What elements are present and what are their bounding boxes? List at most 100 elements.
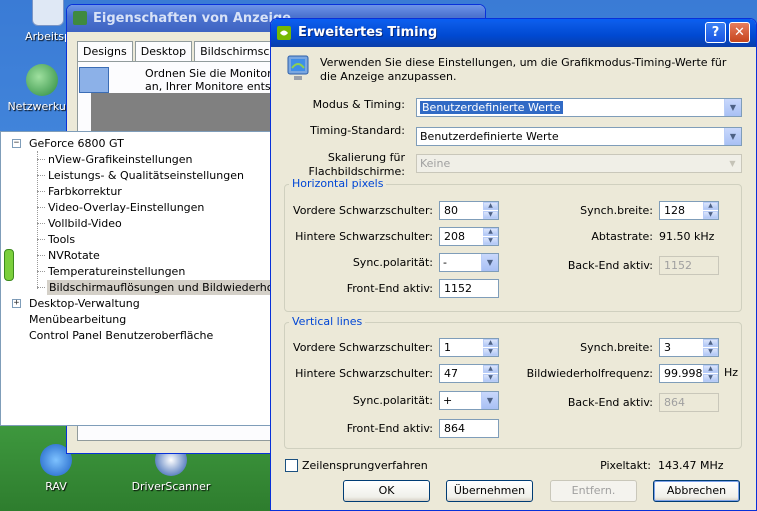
tree-connector [37,151,38,289]
nvidia-icon [277,26,291,40]
h-sync-polarity-label: Sync.polarität: [352,256,433,269]
spin-down-icon[interactable]: ▼ [483,374,498,382]
tree-item-tools[interactable]: Tools [48,232,75,247]
h-back-porch-label: Hintere Schwarzschulter: [295,230,433,243]
mode-timing-value: Benutzerdefinierte Werte [420,101,563,114]
spin-down-icon[interactable]: ▼ [483,237,498,245]
scaling-select: Keine ▼ [416,154,742,173]
tree-item-geforce[interactable]: GeForce 6800 GT [29,136,124,151]
h-sync-width-label: Synch.breite: [580,204,653,217]
h-back-porch-value: 208 [444,230,465,243]
tree-item-video-overlay[interactable]: Video-Overlay-Einstellungen [48,200,204,215]
tree-item-menu-editing[interactable]: Menübearbeitung [29,312,126,327]
tree-item-fullscreen-video[interactable]: Vollbild-Video [48,216,122,231]
spin-up-icon[interactable]: ▲ [483,202,498,210]
h-back-porch-spinner[interactable]: 208 ▲ ▼ [439,227,499,246]
spin-up-icon[interactable]: ▲ [483,365,498,373]
scaling-value: Keine [420,157,451,170]
spin-up-icon[interactable]: ▲ [703,365,718,373]
spin-up-icon[interactable]: ▲ [483,228,498,236]
slider-handle[interactable] [4,249,14,281]
desktop: Arbeitsp Netzwerkum RAV DriverScanner Ei… [0,0,757,511]
expand-icon[interactable]: + [12,299,21,308]
spin-down-icon[interactable]: ▼ [703,211,718,219]
v-front-porch-value: 1 [444,341,451,354]
v-sync-polarity-select[interactable]: + ▼ [439,391,499,410]
h-front-end-input[interactable]: 1152 [439,279,499,298]
h-front-porch-spinner[interactable]: 80 ▲ ▼ [439,201,499,220]
tree-item-nview[interactable]: nView-Grafikeinstellungen [48,152,193,167]
network-globe-icon [26,64,58,96]
desktop-icon-label: DriverScanner [131,480,211,493]
h-sync-width-value: 128 [664,204,685,217]
h-sync-polarity-select[interactable]: - ▼ [439,253,499,272]
h-back-end-input: 1152 [659,256,719,275]
dialog-titlebar[interactable]: Erweitertes Timing ? ✕ [271,19,756,47]
interlace-checkbox[interactable] [285,459,298,472]
tree-connector [37,207,45,208]
tree-connector [37,159,45,160]
h-sync-polarity-value: - [443,256,447,269]
tree-item-control-panel-ui[interactable]: Control Panel Benutzeroberfläche [29,328,213,343]
apply-button[interactable]: Übernehmen [446,480,533,502]
scaling-label-line1: Skalierung für [327,151,405,164]
mode-timing-label: Modus & Timing: [312,98,405,111]
v-back-porch-spinner[interactable]: 47 ▲ ▼ [439,364,499,383]
h-sync-width-spinner[interactable]: 128 ▲ ▼ [659,201,719,220]
v-refresh-spinner[interactable]: 99.998 ▲ ▼ [659,364,719,383]
spin-down-icon[interactable]: ▼ [483,211,498,219]
v-refresh-label: Bildwiederholfrequenz: [526,367,653,380]
v-sync-width-spinner[interactable]: 3 ▲ ▼ [659,338,719,357]
tab-desktop[interactable]: Desktop [134,41,193,61]
chevron-down-icon[interactable]: ▼ [724,99,741,116]
tree-connector [37,287,45,288]
horizontal-pixels-title: Horizontal pixels [289,177,387,190]
tree-item-performance[interactable]: Leistungs- & Qualitätseinstellungen [48,168,244,183]
chevron-down-icon[interactable]: ▼ [481,392,498,409]
tab-designs[interactable]: Designs [77,41,133,61]
tree-item-resolutions[interactable]: Bildschirmauflösungen und Bildwiederholf… [47,280,274,295]
chevron-down-icon[interactable]: ▼ [481,254,498,271]
interlace-label[interactable]: Zeilensprungverfahren [302,459,428,472]
v-front-end-input[interactable]: 864 [439,419,499,438]
spin-up-icon[interactable]: ▲ [483,339,498,347]
nvidia-settings-tree: − GeForce 6800 GT nView-Grafikeinstellun… [0,131,275,426]
h-front-porch-value: 80 [444,204,458,217]
mode-timing-select[interactable]: Benutzerdefinierte Werte ▼ [416,98,742,117]
timing-standard-select[interactable]: Benutzerdefinierte Werte ▼ [416,127,742,146]
spinner-buttons: ▲ ▼ [703,339,718,356]
close-button[interactable]: ✕ [729,22,750,43]
spin-down-icon[interactable]: ▼ [703,348,718,356]
tree-item-desktop-management[interactable]: Desktop-Verwaltung [29,296,140,311]
dialog-intro-text: Verwenden Sie diese Einstellungen, um di… [320,56,727,83]
spinner-buttons: ▲ ▼ [703,202,718,219]
display-properties-title: Eigenschaften von Anzeige [93,11,292,26]
timing-standard-value: Benutzerdefinierte Werte [420,130,559,143]
spinner-buttons: ▲ ▼ [483,365,498,382]
v-back-porch-label: Hintere Schwarzschulter: [295,367,433,380]
pixel-clock-value: 143.47 MHz [658,459,724,472]
tree-item-nvrotate[interactable]: NVRotate [48,248,100,263]
ok-button[interactable]: OK [343,480,430,502]
help-icon: ? [711,25,720,40]
v-refresh-unit: Hz [724,366,739,379]
v-refresh-value: 99.998 [664,367,703,380]
advanced-timing-dialog: Erweitertes Timing ? ✕ Verwenden Sie die… [270,18,757,511]
desktop-icon-label: RAV [45,480,67,493]
spin-down-icon[interactable]: ▼ [483,348,498,356]
tree-item-temperature[interactable]: Temperatureinstellungen [48,264,185,279]
chevron-down-icon[interactable]: ▼ [724,128,741,145]
computer-icon [32,0,64,26]
help-button[interactable]: ? [705,22,726,43]
tree-item-color-correction[interactable]: Farbkorrektur [48,184,122,199]
spin-down-icon[interactable]: ▼ [703,374,718,382]
spin-up-icon[interactable]: ▲ [703,339,718,347]
monitor-settings-icon [287,55,309,80]
v-sync-width-label: Synch.breite: [580,341,653,354]
collapse-icon[interactable]: − [12,139,21,148]
pixel-clock-label: Pixeltakt: [600,459,651,472]
v-front-porch-spinner[interactable]: 1 ▲ ▼ [439,338,499,357]
cancel-button[interactable]: Abbrechen [653,480,740,502]
spin-up-icon[interactable]: ▲ [703,202,718,210]
remove-button: Entfern. [550,480,637,502]
